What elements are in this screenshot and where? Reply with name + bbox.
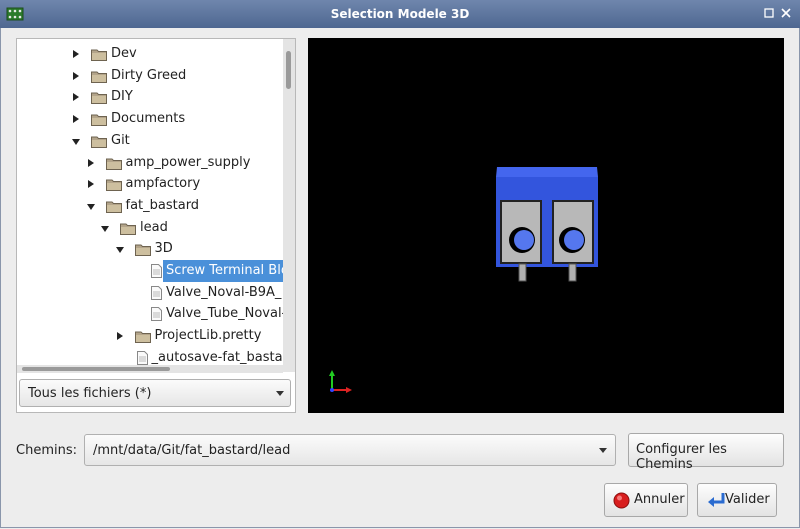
vertical-scroll-thumb[interactable] [286, 51, 291, 89]
tree-item-label: Dev [111, 46, 137, 61]
folder-icon [120, 223, 136, 235]
tree-folder-row[interactable]: lead [17, 217, 283, 239]
expander-right-icon[interactable] [73, 115, 79, 124]
chevron-down-icon [276, 391, 284, 396]
cancel-label: Annuler [634, 492, 685, 507]
tree-item-label: Dirty Greed [111, 67, 187, 83]
tree-item-label: Valve_Tube_Noval- [166, 306, 287, 322]
vertical-scrollbar[interactable] [283, 39, 295, 372]
chevron-down-icon [599, 448, 607, 453]
3d-preview-viewport[interactable] [308, 38, 784, 413]
tree-item-label: Documents [111, 111, 186, 127]
3d-model-render [496, 167, 598, 282]
folder-icon [134, 244, 151, 257]
maximize-icon[interactable] [764, 8, 774, 18]
expander-right-icon[interactable] [73, 93, 79, 102]
horizontal-scroll-thumb[interactable] [22, 367, 170, 371]
folder-icon [105, 158, 122, 170]
folder-icon [91, 49, 107, 61]
tree-folder-row[interactable]: Documents [17, 108, 283, 130]
folder-icon [91, 114, 107, 127]
close-icon[interactable] [781, 8, 791, 18]
tree-item-label: DIY [111, 89, 133, 105]
tree-item-label: ampfactory [125, 176, 201, 192]
title-bar: Selection Modele 3D [0, 0, 800, 28]
tree-item-label: 3D [154, 241, 173, 257]
tree-item-label: lead [140, 219, 168, 235]
folder-icon [91, 92, 107, 105]
folder-icon [91, 71, 107, 83]
configure-paths-button[interactable]: Configurer les Chemins [628, 433, 784, 472]
tree-folder-row[interactable]: Dev [17, 43, 283, 65]
horizontal-scrollbar[interactable] [17, 365, 283, 373]
cancel-button[interactable]: Annuler [604, 483, 688, 517]
folder-icon [105, 201, 122, 213]
tree-folder-row[interactable]: ampfactory [17, 173, 283, 195]
tree-item-label: Git [111, 132, 130, 148]
folder-icon [134, 331, 151, 344]
expander-right-icon[interactable] [87, 158, 94, 167]
expander-down-icon[interactable] [101, 225, 109, 232]
file-tree[interactable]: Dev Dirty Greed DIY Documents Git amp_power_s… [16, 38, 296, 413]
tree-item-label: fat_bastard [125, 197, 200, 213]
expander-down-icon[interactable] [86, 203, 95, 210]
file-icon [151, 264, 162, 278]
tree-folder-row[interactable]: amp_power_supply [17, 152, 283, 174]
ok-label: Valider [725, 492, 770, 507]
tree-file-row[interactable]: Valve_Noval-B9A_ [17, 282, 283, 304]
ok-button[interactable]: Valider [697, 483, 777, 517]
tree-folder-row[interactable]: ProjectLib.pretty [17, 325, 283, 347]
window-title: Selection Modele 3D [330, 7, 470, 21]
folder-icon [91, 136, 107, 148]
expander-down-icon[interactable] [115, 247, 124, 254]
file-filter-value: Tous les fichiers (*) [28, 386, 152, 401]
tree-file-row[interactable]: Valve_Tube_Noval- [17, 303, 287, 325]
expander-right-icon[interactable] [116, 332, 123, 341]
file-icon [151, 285, 162, 300]
file-icon [136, 350, 148, 365]
tree-item-label: Screw Terminal Blo [163, 260, 292, 282]
tree-file-row[interactable]: Screw Terminal Blo [17, 260, 292, 282]
expander-right-icon[interactable] [73, 50, 79, 58]
tree-folder-row[interactable]: fat_bastard [17, 195, 283, 217]
tree-item-label: ProjectLib.pretty [154, 328, 262, 344]
tree-folder-row[interactable]: Dirty Greed [17, 65, 283, 87]
axis-gizmo-icon [329, 370, 352, 393]
stop-icon [613, 492, 630, 509]
file-icon [151, 307, 162, 322]
folder-icon [105, 179, 122, 192]
tree-item-label: amp_power_supply [125, 154, 251, 170]
paths-label: Chemins: [16, 443, 77, 458]
paths-value: /mnt/data/Git/fat_bastard/lead [93, 443, 291, 458]
configure-paths-label: Configurer les Chemins [636, 442, 727, 472]
file-filter-select[interactable]: Tous les fichiers (*) [19, 379, 291, 407]
return-arrow-icon [708, 493, 725, 507]
paths-select[interactable]: /mnt/data/Git/fat_bastard/lead [84, 434, 616, 466]
tree-folder-row[interactable]: 3D [17, 238, 283, 260]
tree-folder-row[interactable]: DIY [17, 86, 283, 108]
expander-right-icon[interactable] [73, 71, 79, 80]
tree-folder-row[interactable]: Git [17, 130, 283, 152]
expander-right-icon[interactable] [87, 180, 94, 189]
expander-down-icon[interactable] [72, 138, 80, 145]
tree-item-label: Valve_Noval-B9A_ [166, 284, 282, 300]
